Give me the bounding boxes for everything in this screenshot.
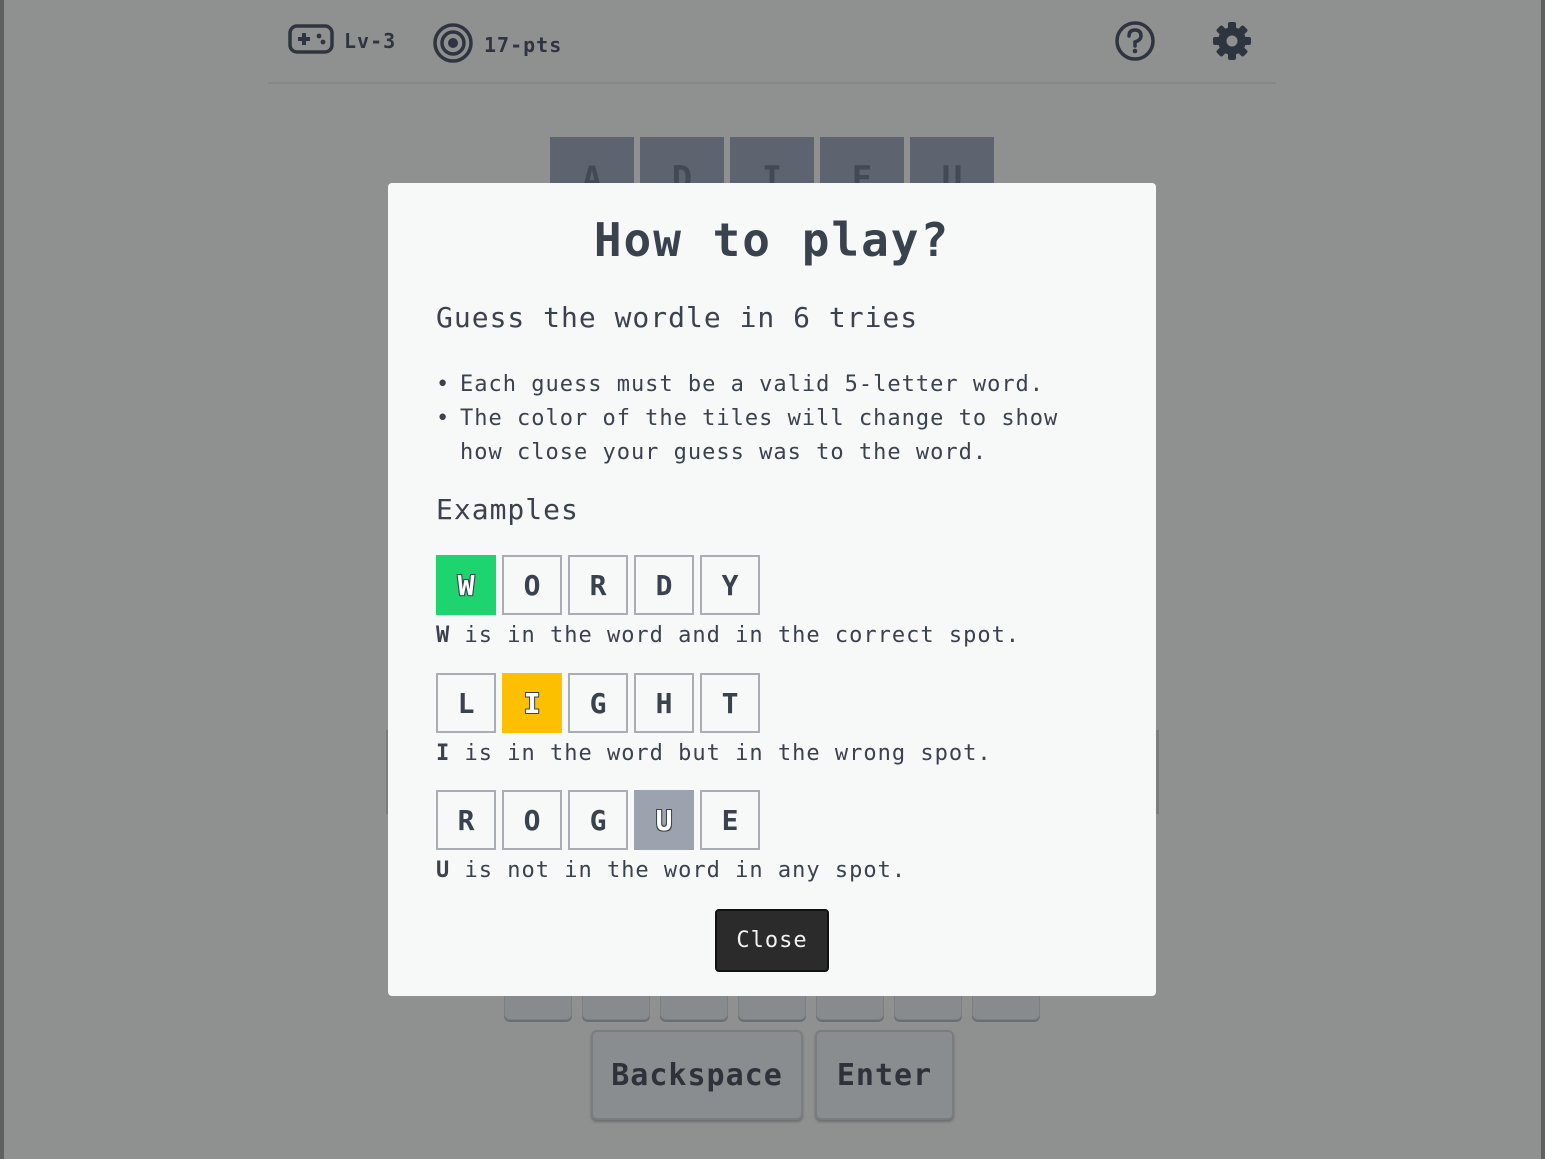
- points-label: 17-pts: [484, 33, 563, 57]
- top-bar: Lv-3 17-pts: [268, 0, 1276, 84]
- close-button[interactable]: Close: [715, 909, 829, 972]
- example-description: W is in the word and in the correct spot…: [436, 623, 1021, 648]
- how-to-play-dialog: How to play? Guess the wordle in 6 tries…: [388, 183, 1156, 996]
- backspace-key[interactable]: Backspace: [591, 1030, 803, 1120]
- enter-key[interactable]: Enter: [815, 1030, 954, 1120]
- example-tile-present: I: [502, 673, 562, 733]
- example-tile: R: [436, 790, 496, 850]
- example-tile: L: [436, 673, 496, 733]
- example-tile: D: [634, 555, 694, 615]
- dialog-title: How to play?: [593, 213, 951, 267]
- examples-heading: Examples: [436, 493, 579, 526]
- level-label: Lv-3: [344, 29, 397, 53]
- rules-list: • Each guess must be a valid 5-letter wo…: [436, 368, 1080, 470]
- window-frame-left: [0, 0, 4, 1159]
- example-tile-correct: W: [436, 555, 496, 615]
- help-button[interactable]: [1114, 20, 1156, 62]
- example-description: U is not in the word in any spot.: [436, 858, 907, 883]
- points-indicator: 17-pts: [432, 22, 562, 68]
- example-tiles: R O G U E: [436, 790, 906, 850]
- dialog-subtitle: Guess the wordle in 6 tries: [436, 301, 919, 334]
- example-tile: G: [568, 673, 628, 733]
- example-tile: O: [502, 555, 562, 615]
- example-description: I is in the word but in the wrong spot.: [436, 741, 992, 766]
- target-icon: [432, 22, 474, 68]
- example-tile: E: [700, 790, 760, 850]
- rule-item: • The color of the tiles will change to …: [436, 402, 1080, 470]
- example-tiles: W O R D Y: [436, 555, 1020, 615]
- example-tile: H: [634, 673, 694, 733]
- rule-text: The color of the tiles will change to sh…: [460, 406, 1059, 465]
- example-correct: W O R D Y W is in the word and in the co…: [436, 555, 1020, 648]
- example-absent: R O G U E U is not in the word in any sp…: [436, 790, 906, 883]
- rule-text: Each guess must be a valid 5-letter word…: [460, 372, 1045, 397]
- example-tile-absent: U: [634, 790, 694, 850]
- example-tile: Y: [700, 555, 760, 615]
- example-present: L I G H T I is in the word but in the wr…: [436, 673, 992, 766]
- example-tile: G: [568, 790, 628, 850]
- example-tile: T: [700, 673, 760, 733]
- gear-icon: [1211, 22, 1253, 66]
- example-tiles: L I G H T: [436, 673, 992, 733]
- settings-button[interactable]: [1211, 20, 1253, 62]
- question-circle-icon: [1114, 21, 1156, 66]
- window-frame-right: [1541, 0, 1545, 1159]
- gamepad-icon: [288, 22, 334, 60]
- example-tile: O: [502, 790, 562, 850]
- level-indicator: Lv-3: [288, 22, 396, 60]
- example-tile: R: [568, 555, 628, 615]
- keyboard-row-actions: Backspace Enter: [591, 1030, 954, 1120]
- rule-item: • Each guess must be a valid 5-letter wo…: [436, 368, 1080, 402]
